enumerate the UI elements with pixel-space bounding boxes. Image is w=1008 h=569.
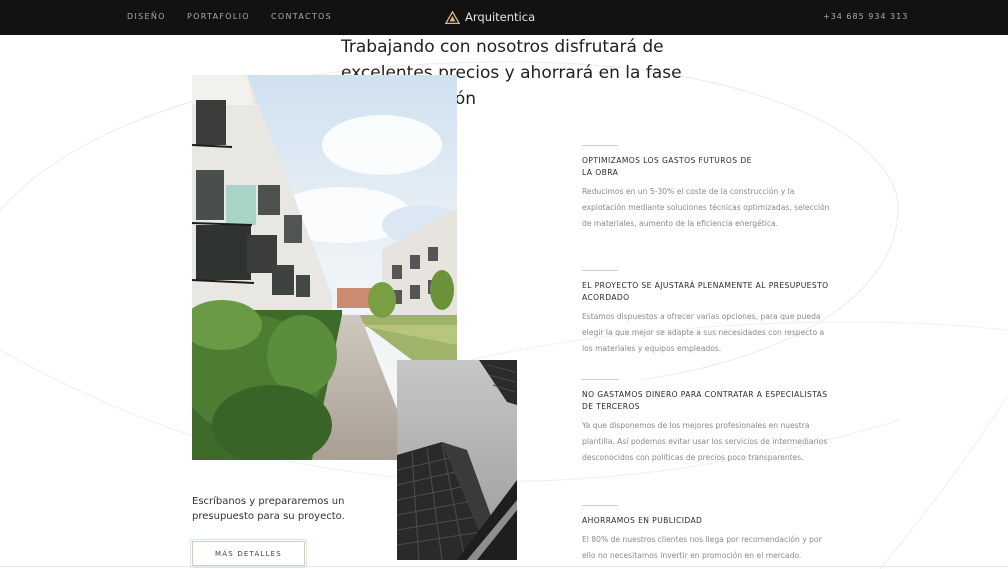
- brand-name: Arquitentica: [465, 10, 536, 24]
- feature-body: Ya que disponemos de los mejores profesi…: [582, 421, 828, 462]
- feature-body: Estamos dispuestos a ofrecer varias opci…: [582, 312, 825, 353]
- feature-divider: [582, 145, 618, 146]
- brand-logo-link[interactable]: Arquitentica: [445, 8, 535, 26]
- feature-body: Reducimos en un 5-30% el coste de la con…: [582, 187, 830, 228]
- phone-number[interactable]: +34 685 934 313: [823, 12, 908, 21]
- top-navbar: DISEÑO PORTAFOLIO CONTACTOS Arquitentica…: [0, 0, 1008, 35]
- feature-divider: [582, 270, 618, 271]
- nav-link-contactos[interactable]: CONTACTOS: [271, 12, 332, 21]
- feature-item: AHORRAMOS EN PUBLICIDAD El 80% de nuestr…: [582, 505, 832, 564]
- feature-item: NO GASTAMOS DINERO PARA CONTRATAR A ESPE…: [582, 379, 832, 466]
- feature-item: EL PROYECTO SE AJUSTARÁ PLENAMENTE AL PR…: [582, 270, 832, 357]
- feature-divider: [582, 505, 618, 506]
- nav-link-portafolio[interactable]: PORTAFOLIO: [187, 12, 250, 21]
- feature-title: AHORRAMOS EN PUBLICIDAD: [582, 516, 703, 525]
- triangle-a-logo-icon: [445, 10, 460, 24]
- nav-link-diseno[interactable]: DISEÑO: [127, 12, 166, 21]
- feature-title: EL PROYECTO SE AJUSTARÁ PLENAMENTE AL PR…: [582, 281, 829, 302]
- cta-text: Escríbanos y prepararemos un presupuesto…: [192, 496, 345, 522]
- feature-divider: [582, 379, 618, 380]
- feature-title: NO GASTAMOS DINERO PARA CONTRATAR A ESPE…: [582, 390, 828, 411]
- feature-body: El 80% de nuestros clientes nos llega po…: [582, 535, 822, 560]
- feature-title: OPTIMIZAMOS LOS GASTOS FUTUROS DE LA OBR…: [582, 156, 752, 177]
- bottom-divider: [0, 566, 1008, 567]
- feature-item: OPTIMIZAMOS LOS GASTOS FUTUROS DE LA OBR…: [582, 145, 832, 232]
- glass-tower-photo: [397, 360, 517, 560]
- more-details-button[interactable]: MÁS DETALLES: [190, 539, 307, 568]
